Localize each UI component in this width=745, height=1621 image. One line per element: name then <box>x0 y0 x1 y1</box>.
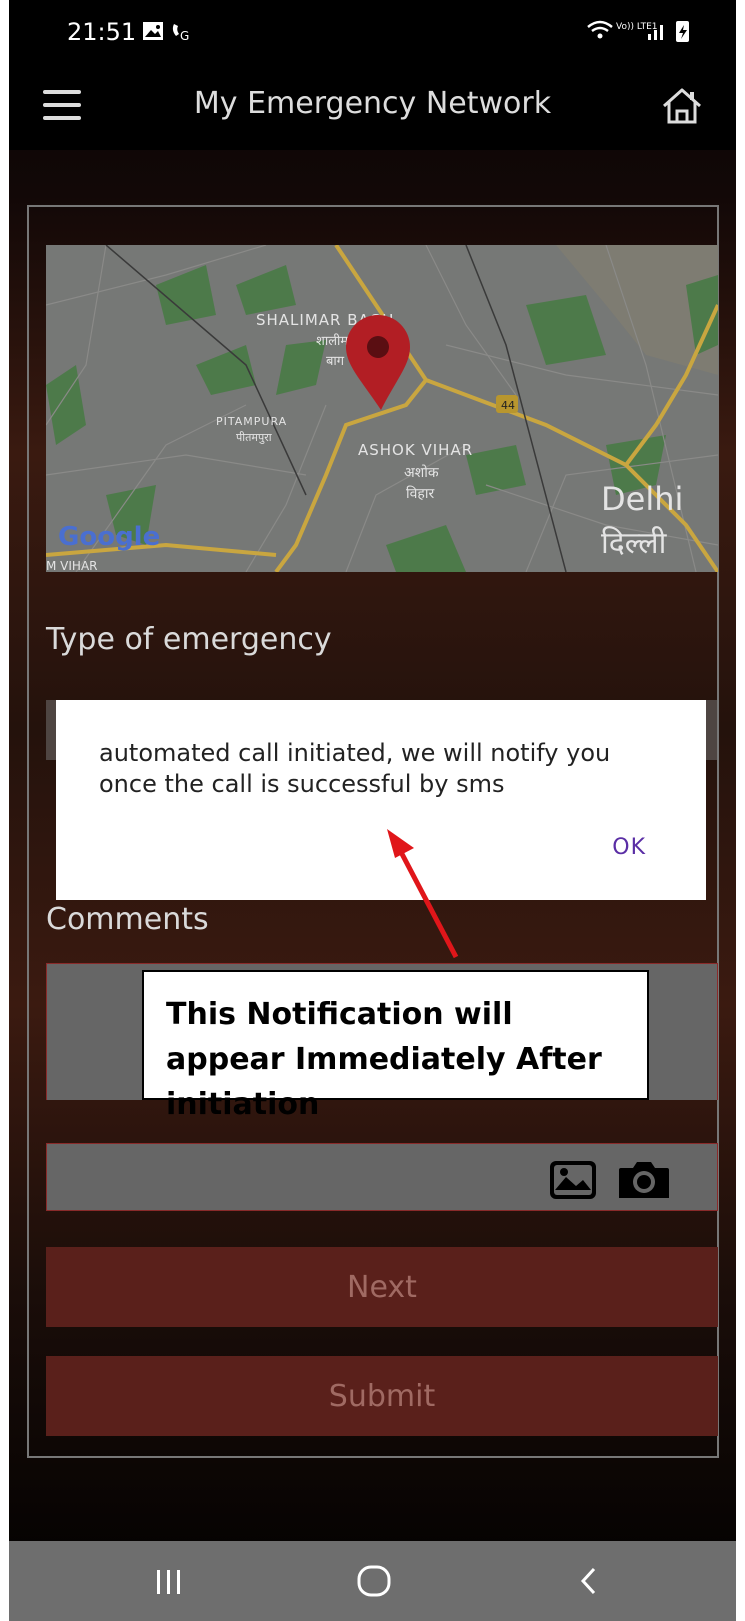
signal-battery-icons: Vo)) LTE1 <box>587 20 689 42</box>
gallery-icon: G <box>143 22 189 43</box>
image-icon[interactable] <box>549 1160 597 1200</box>
notification-icons: G <box>142 20 202 49</box>
place-pitampura: PITAMPURA <box>216 415 287 428</box>
place-pitampura-hindi: पीतमपुरा <box>236 431 272 444</box>
home-icon[interactable] <box>660 84 704 128</box>
next-button[interactable]: Next <box>46 1247 718 1327</box>
place-ashok-vihar-hindi: अशोक <box>404 464 439 481</box>
place-delhi: Delhi <box>601 480 683 518</box>
attachment-bar <box>46 1143 718 1211</box>
app-bar: My Emergency Network <box>9 70 736 150</box>
place-delhi-hindi: दिल्ली <box>601 526 668 561</box>
place-ashok-vihar-hindi-2: विहार <box>406 485 434 502</box>
submit-button[interactable]: Submit <box>46 1356 718 1436</box>
status-time: 21:51 <box>67 18 137 46</box>
google-attribution: Google <box>58 522 160 552</box>
camera-icon[interactable] <box>617 1160 671 1200</box>
status-right-icons: Vo)) LTE1 <box>586 18 696 49</box>
annotation-text: This Notification will appear Immediatel… <box>166 997 602 1122</box>
network-label: Vo)) LTE1 <box>616 22 658 32</box>
system-navigation-bar <box>9 1541 736 1621</box>
place-ashok-vihar: ASHOK VIHAR <box>358 441 473 459</box>
notification-dialog: automated call initiated, we will notify… <box>56 700 706 900</box>
back-icon[interactable] <box>574 1556 604 1606</box>
dialog-message: automated call initiated, we will notify… <box>99 739 611 798</box>
svg-text:G: G <box>180 29 189 43</box>
highway-number: 44 <box>501 399 515 412</box>
map-graphic: 44 SHALIMAR BAGH शालीमार बाग PITAMPURA प… <box>46 245 718 572</box>
comments-label: Comments <box>46 902 209 937</box>
place-m-vihar: M VIHAR <box>46 559 98 572</box>
location-map[interactable]: 44 SHALIMAR BAGH शालीमार बाग PITAMPURA प… <box>46 245 718 572</box>
app-title: My Emergency Network <box>193 86 552 121</box>
home-nav-icon[interactable] <box>349 1556 399 1606</box>
phone-screen: 21:51 G Vo)) LTE1 My Emergency Network 4… <box>9 0 736 1621</box>
status-bar: 21:51 G Vo)) LTE1 <box>9 0 736 70</box>
annotation-callout: This Notification will appear Immediatel… <box>142 970 649 1122</box>
dialog-ok-button[interactable]: OK <box>612 835 646 860</box>
type-of-emergency-label: Type of emergency <box>46 622 332 657</box>
place-shalimar-bagh-hindi-2: बाग <box>326 354 345 369</box>
recent-apps-icon[interactable] <box>149 1556 189 1606</box>
